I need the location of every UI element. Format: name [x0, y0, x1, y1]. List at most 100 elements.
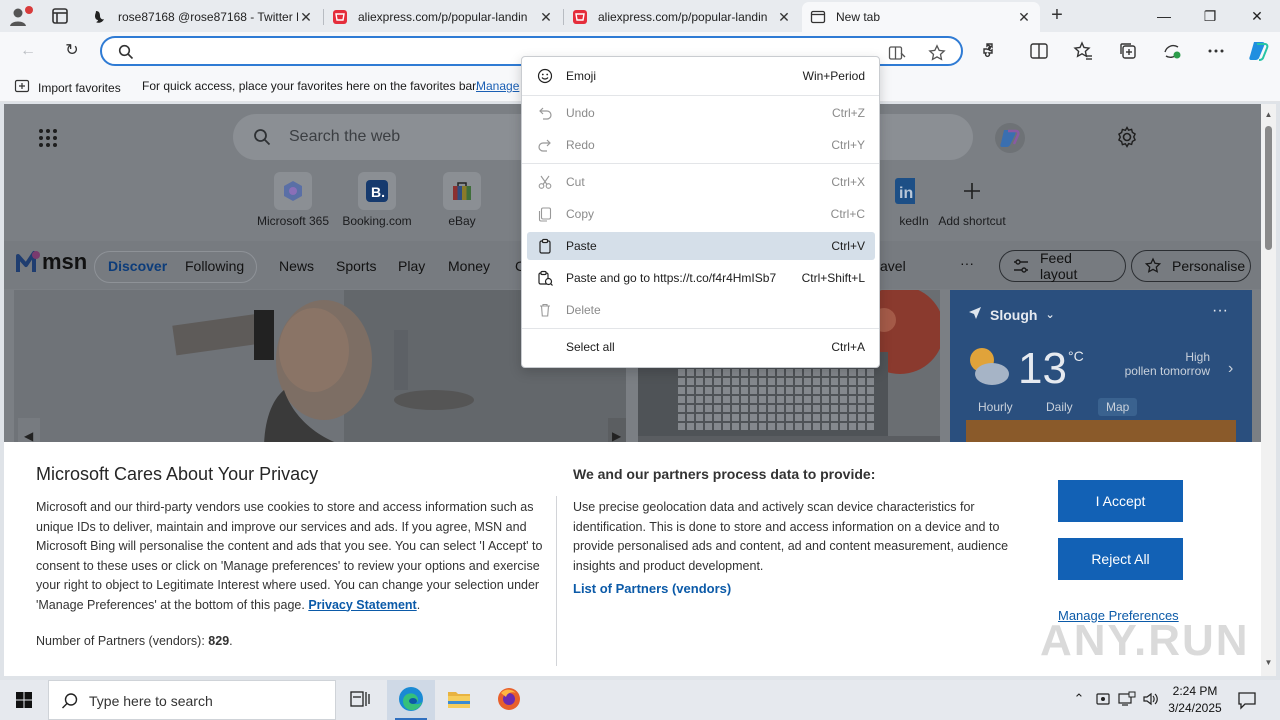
tab-close-icon[interactable]: ✕: [538, 9, 554, 26]
partly-cloudy-icon: [964, 344, 1012, 391]
menu-item-undo[interactable]: Undo Ctrl+Z: [527, 99, 875, 127]
extensions-icon[interactable]: [981, 41, 1001, 61]
msn-logo[interactable]: msn: [16, 249, 87, 275]
tab-close-icon[interactable]: ✕: [298, 9, 314, 26]
favorites-icon[interactable]: [1073, 41, 1093, 61]
new-tab-button[interactable]: +: [1046, 5, 1068, 27]
grid-cell: [768, 405, 775, 412]
tab-money[interactable]: Money: [448, 258, 490, 274]
taskbar-search-box[interactable]: Type here to search: [48, 680, 336, 720]
taskbar-firefox-button[interactable]: [485, 680, 533, 720]
pollen-forecast[interactable]: High pollen tomorrow: [1118, 350, 1210, 378]
weather-location[interactable]: Slough ⌄: [968, 306, 1055, 323]
settings-more-icon[interactable]: [1206, 41, 1226, 61]
show-hidden-icons-button[interactable]: ⌃: [1070, 691, 1088, 709]
app-launcher-icon[interactable]: [38, 128, 58, 148]
weather-card[interactable]: Slough ⌄ ··· 13 °C High pollen tomorrow …: [950, 290, 1252, 450]
weather-tab-map[interactable]: Map: [1098, 398, 1138, 416]
manage-favorites-link[interactable]: Manage: [476, 79, 519, 93]
accept-button[interactable]: I Accept: [1058, 480, 1183, 522]
network-icon[interactable]: [1118, 691, 1136, 709]
menu-item-cut[interactable]: Cut Ctrl+X: [527, 168, 875, 196]
notifications-icon[interactable]: [1236, 690, 1258, 710]
page-scrollbar[interactable]: ▲ ▼: [1261, 104, 1276, 676]
tab-aliexpress-1[interactable]: aliexpress.com/p/popular-landin ✕: [324, 2, 562, 32]
tab-aliexpress-2[interactable]: aliexpress.com/p/popular-landin ✕: [564, 2, 800, 32]
browser-essentials-icon[interactable]: [1162, 41, 1182, 61]
shortcut-microsoft-365[interactable]: Microsoft 365: [248, 172, 338, 228]
page-settings-icon[interactable]: [1116, 126, 1138, 148]
weather-tab-hourly[interactable]: Hourly: [978, 400, 1013, 414]
shortcut-ebay[interactable]: eBay: [417, 172, 507, 228]
tab-twitter[interactable]: rose87168 @rose87168 - Twitter P ✕: [84, 2, 322, 32]
security-tray-icon[interactable]: [1094, 691, 1112, 709]
tab-sports[interactable]: Sports: [336, 258, 376, 274]
import-favorites-button[interactable]: Import favorites: [14, 78, 121, 97]
favorite-star-icon[interactable]: [928, 44, 946, 62]
copilot-icon[interactable]: [1247, 39, 1271, 63]
collections-icon[interactable]: [1118, 41, 1138, 61]
privacy-statement-link[interactable]: Privacy Statement: [308, 598, 416, 612]
scrollbar-thumb[interactable]: [1265, 126, 1272, 250]
back-button[interactable]: ←: [16, 39, 40, 63]
tab-discover[interactable]: Discover: [108, 258, 167, 274]
close-window-button[interactable]: ✕: [1234, 0, 1280, 32]
feed-layout-button[interactable]: Feed layout: [999, 250, 1126, 282]
scroll-up-arrow[interactable]: ▲: [1264, 110, 1273, 119]
grid-cell: [840, 369, 847, 376]
menu-item-delete[interactable]: Delete: [527, 296, 875, 324]
reject-all-button[interactable]: Reject All: [1058, 538, 1183, 580]
tab-news[interactable]: News: [279, 258, 314, 274]
menu-item-paste[interactable]: Paste Ctrl+V: [527, 232, 875, 260]
personalise-button[interactable]: Personalise: [1131, 250, 1251, 282]
weather-tab-daily[interactable]: Daily: [1046, 400, 1073, 414]
maximize-button[interactable]: ❐: [1187, 0, 1233, 32]
menu-item-shortcut: Ctrl+C: [830, 207, 865, 221]
grid-cell: [813, 423, 820, 430]
refresh-button[interactable]: ↻: [60, 39, 84, 63]
menu-item-copy[interactable]: Copy Ctrl+C: [527, 200, 875, 228]
weather-more-button[interactable]: ···: [1212, 302, 1228, 320]
list-of-partners-link[interactable]: List of Partners (vendors): [573, 581, 731, 596]
split-screen-icon[interactable]: [1029, 41, 1049, 61]
start-button[interactable]: [0, 680, 48, 720]
menu-item-redo[interactable]: Redo Ctrl+Y: [527, 131, 875, 159]
shortcut-label: Add shortcut: [938, 214, 1006, 228]
grid-cell: [777, 369, 784, 376]
minimize-button[interactable]: —: [1141, 0, 1187, 32]
personalise-label: Personalise: [1172, 258, 1246, 274]
menu-item-paste-and-go[interactable]: Paste and go to https://t.co/f4r4HmISb7 …: [527, 264, 875, 292]
grid-cell: [831, 414, 838, 421]
grid-cell: [858, 405, 865, 412]
grid-cell: [696, 369, 703, 376]
tab-new-tab[interactable]: New tab ✕: [802, 2, 1040, 32]
task-view-button[interactable]: [336, 680, 384, 720]
grid-cell: [768, 369, 775, 376]
tab-travel[interactable]: avel: [880, 258, 906, 274]
immersive-reader-icon[interactable]: [888, 44, 906, 62]
chevron-right-icon[interactable]: ›: [1228, 360, 1233, 378]
grid-cell: [804, 423, 811, 430]
add-shortcut-button[interactable]: Add shortcut: [927, 172, 1017, 228]
profile-icon[interactable]: [8, 5, 34, 27]
more-tabs-button[interactable]: ···: [960, 255, 974, 271]
grid-cell: [858, 369, 865, 376]
menu-item-select-all[interactable]: Select all Ctrl+A: [527, 333, 875, 361]
shortcut-booking[interactable]: B. Booking.com: [332, 172, 422, 228]
scroll-down-arrow[interactable]: ▼: [1264, 658, 1273, 667]
menu-item-emoji[interactable]: Emoji Win+Period: [527, 62, 875, 90]
tab-following[interactable]: Following: [185, 258, 244, 274]
grid-cell: [777, 378, 784, 385]
taskbar-edge-button[interactable]: [387, 680, 435, 720]
volume-icon[interactable]: [1142, 691, 1160, 709]
tab-close-icon[interactable]: ✕: [776, 9, 792, 26]
taskbar-file-explorer-button[interactable]: [435, 680, 483, 720]
privacy-body: Microsoft and our third-party vendors us…: [36, 498, 546, 615]
tab-close-icon[interactable]: ✕: [1016, 9, 1032, 26]
tab-play[interactable]: Play: [398, 258, 425, 274]
tab-actions-icon[interactable]: [48, 6, 72, 26]
pollen-level: High: [1185, 350, 1210, 364]
data-processing-heading: We and our partners process data to prov…: [573, 466, 876, 482]
copilot-icon[interactable]: [994, 122, 1026, 154]
taskbar-clock[interactable]: 2:24 PM 3/24/2025: [1160, 683, 1230, 717]
